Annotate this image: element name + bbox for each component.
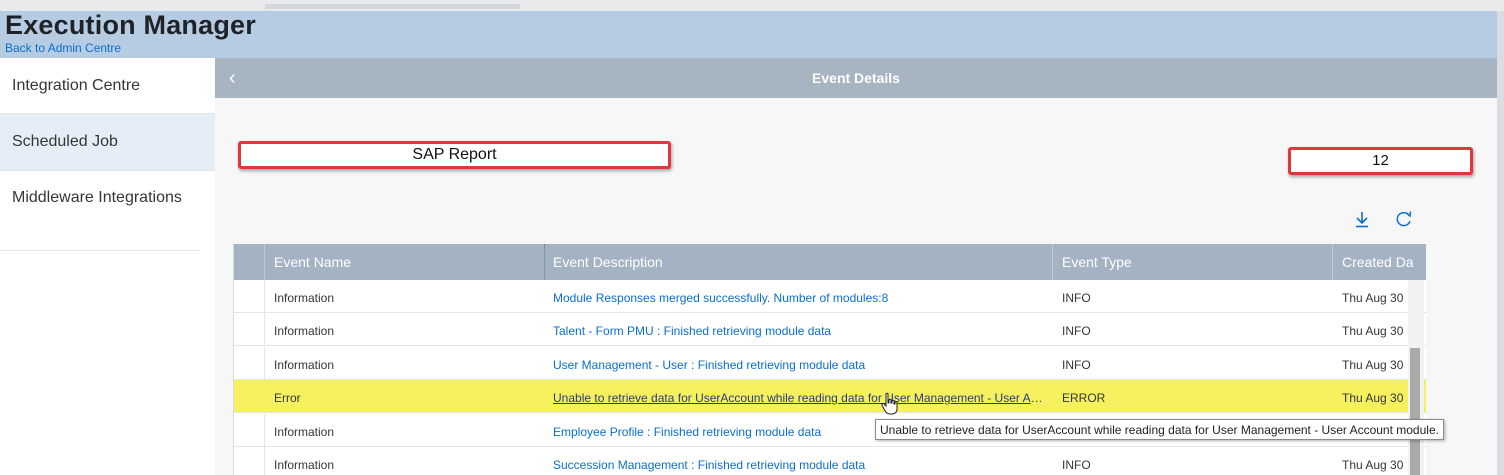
sidebar-item-integration-centre[interactable]: Integration Centre: [0, 58, 215, 114]
event-description-link[interactable]: Unable to retrieve data for UserAccount …: [553, 391, 1045, 405]
column-separator: [264, 244, 265, 280]
window-edge: [1497, 11, 1504, 475]
browser-tab: [265, 4, 520, 9]
row-selector[interactable]: [234, 313, 265, 345]
process-name-field: SAP Report: [238, 141, 671, 169]
table-row[interactable]: Information User Management - User : Fin…: [234, 347, 1426, 380]
sidebar-item-middleware-integrations[interactable]: Middleware Integrations: [0, 171, 200, 251]
row-selector[interactable]: [234, 347, 265, 379]
sidebar-item-label: Integration Centre: [12, 77, 141, 94]
refresh-icon[interactable]: [1395, 210, 1413, 233]
page-header: ‹ Event Details: [215, 58, 1497, 98]
event-description-link[interactable]: Module Responses merged successfully. Nu…: [553, 291, 1045, 305]
column-header-created-date[interactable]: Created Da: [1342, 254, 1414, 270]
table-row[interactable]: Information Succession Management : Fini…: [234, 447, 1426, 475]
column-header-event-name[interactable]: Event Name: [274, 254, 351, 270]
table-row[interactable]: Information Module Responses merged succ…: [234, 280, 1426, 313]
shell-bar: Execution Manager Back to Admin Centre: [0, 10, 1504, 58]
table-row-error[interactable]: Error Unable to retrieve data for UserAc…: [234, 380, 1426, 413]
table-header: Event Name Event Description Event Type …: [234, 244, 1426, 280]
event-type-cell: INFO: [1062, 358, 1091, 372]
table-scrollbar-thumb[interactable]: [1410, 348, 1420, 475]
event-name-cell: Information: [274, 458, 335, 472]
event-name-cell: Information: [274, 291, 335, 305]
column-separator: [544, 244, 546, 280]
events-table: Event Name Event Description Event Type …: [233, 244, 1426, 475]
row-selector[interactable]: [234, 447, 265, 475]
event-name-cell: Information: [274, 425, 335, 439]
back-to-admin-link[interactable]: Back to Admin Centre: [5, 41, 121, 55]
sidebar-item-scheduled-job[interactable]: Scheduled Job: [0, 114, 215, 171]
app-title: Execution Manager: [5, 10, 256, 40]
table-row[interactable]: Information Talent - Form PMU : Finished…: [234, 313, 1426, 346]
description-tooltip: Unable to retrieve data for UserAccount …: [875, 419, 1444, 440]
row-selector[interactable]: [234, 380, 264, 412]
event-name-cell: Error: [274, 391, 301, 405]
main-content: ‹ Event Details SAP Report 12 Event Name…: [215, 58, 1497, 475]
download-icon[interactable]: [1354, 210, 1370, 233]
event-type-cell: INFO: [1062, 324, 1091, 338]
row-selector[interactable]: [234, 414, 265, 446]
event-type-cell: ERROR: [1062, 391, 1106, 405]
column-separator: [1332, 244, 1333, 280]
column-header-event-type[interactable]: Event Type: [1062, 254, 1132, 270]
event-type-cell: INFO: [1062, 458, 1091, 472]
row-selector[interactable]: [234, 280, 265, 312]
event-type-cell: INFO: [1062, 291, 1091, 305]
sidebar: Integration Centre Scheduled Job Middlew…: [0, 58, 216, 475]
sidebar-item-label: Middleware Integrations: [12, 189, 182, 206]
column-separator: [1052, 244, 1053, 280]
count-field: 12: [1288, 147, 1473, 175]
event-description-link[interactable]: Talent - Form PMU : Finished retrieving …: [553, 324, 1045, 338]
sidebar-item-label: Scheduled Job: [12, 133, 118, 150]
column-header-event-description[interactable]: Event Description: [553, 254, 663, 270]
event-name-cell: Information: [274, 358, 335, 372]
hand-cursor-icon: [881, 392, 898, 415]
event-description-link[interactable]: User Management - User : Finished retrie…: [553, 358, 1045, 372]
event-name-cell: Information: [274, 324, 335, 338]
event-description-link[interactable]: Succession Management : Finished retriev…: [553, 458, 1045, 472]
page-title: Event Details: [812, 70, 900, 86]
